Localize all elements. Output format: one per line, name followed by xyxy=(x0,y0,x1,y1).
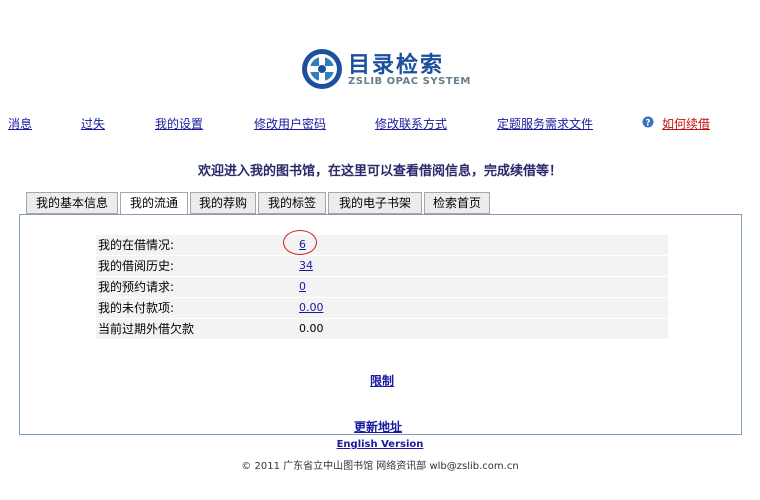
footer-english-version: English Version xyxy=(0,439,760,450)
library-emblem-icon xyxy=(302,49,342,89)
logo-subtitle: ZSLIB OPAC SYSTEM xyxy=(348,76,471,87)
tab-basic-info[interactable]: 我的基本信息 xyxy=(26,192,118,214)
stat-value-holds[interactable]: 0 xyxy=(299,277,306,297)
update-address-link[interactable]: 更新地址 xyxy=(354,418,402,435)
stat-row-unpaid: 我的未付款项: 0.00 xyxy=(96,298,668,319)
stat-label-unpaid: 我的未付款项: xyxy=(98,301,175,315)
nav-messages[interactable]: 消息 xyxy=(8,115,32,132)
top-nav: 消息 过失 我的设置 修改用户密码 修改联系方式 定题服务需求文件 ? 如何续借 xyxy=(0,115,760,133)
footer-copyright: © 2011 广东省立中山图书馆 网络资讯部 wlb@zslib.com.cn xyxy=(241,461,519,472)
logo-title: 目录检索 xyxy=(348,53,445,78)
english-version-link[interactable]: English Version xyxy=(337,439,424,450)
help-icon: ? xyxy=(642,116,654,128)
library-logo: 目录检索 ZSLIB OPAC SYSTEM xyxy=(300,45,470,95)
tab-search-home[interactable]: 检索首页 xyxy=(424,192,490,214)
stat-label-history: 我的借阅历史: xyxy=(98,259,175,273)
tab-recommendations[interactable]: 我的荐购 xyxy=(190,192,256,214)
stat-value-unpaid[interactable]: 0.00 xyxy=(299,298,324,318)
stat-label-holds: 我的预约请求: xyxy=(98,280,175,294)
stat-label-loans: 我的在借情况: xyxy=(98,238,175,252)
limits-link[interactable]: 限制 xyxy=(370,372,394,389)
nav-penalties[interactable]: 过失 xyxy=(81,115,105,132)
stat-value-overdue-fines: 0.00 xyxy=(299,322,324,335)
tab-tags[interactable]: 我的标签 xyxy=(258,192,326,214)
stat-row-holds: 我的预约请求: 0 xyxy=(96,277,668,298)
tab-circulation[interactable]: 我的流通 xyxy=(120,192,188,215)
stat-label-overdue-fines: 当前过期外借欠款 xyxy=(98,322,195,336)
stat-row-loans: 我的在借情况: 6 xyxy=(96,235,668,256)
nav-change-password[interactable]: 修改用户密码 xyxy=(254,115,326,132)
circulation-panel: 我的在借情况: 6 我的借阅历史: 34 我的预约请求: 0 我的未付款项: 0… xyxy=(19,214,742,435)
stat-value-history[interactable]: 34 xyxy=(299,256,313,276)
stat-row-overdue-fines: 当前过期外借欠款 0.00 xyxy=(96,319,668,340)
svg-text:?: ? xyxy=(645,119,650,129)
stat-value-loans[interactable]: 6 xyxy=(299,235,306,255)
nav-change-contact[interactable]: 修改联系方式 xyxy=(375,115,447,132)
nav-my-settings[interactable]: 我的设置 xyxy=(155,115,203,132)
circulation-stats-table: 我的在借情况: 6 我的借阅历史: 34 我的预约请求: 0 我的未付款项: 0… xyxy=(96,235,668,340)
nav-how-to-renew[interactable]: 如何续借 xyxy=(662,115,710,132)
stat-row-history: 我的借阅历史: 34 xyxy=(96,256,668,277)
welcome-message: 欢迎进入我的图书馆，在这里可以查看借阅信息，完成续借等！ xyxy=(197,164,562,179)
tab-ebookshelf[interactable]: 我的电子书架 xyxy=(328,192,422,214)
nav-sdi-profile[interactable]: 定题服务需求文件 xyxy=(497,115,593,132)
